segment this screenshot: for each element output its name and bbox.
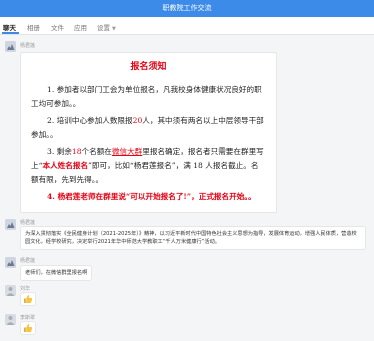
notice-item-1: 1. 参加者以部门工会为单位报名，凡我校身体健康状况良好的职工均可参加。。 — [31, 85, 262, 108]
tab-apps[interactable]: 应用 — [74, 22, 87, 32]
window-titlebar: 职教院工作交流 — [0, 0, 374, 17]
notice-item-2: 2. 培训中心参加人数限报20人，其中须有两名以上中层领导干部参加。。 — [31, 114, 266, 142]
notice-item-3: 3. 剩余18个名额在微信大群里报名确定，报名者只需要在群里写上“本人姓名报名”… — [31, 145, 266, 187]
chevron-down-icon: ▼ — [112, 26, 116, 32]
user-icon — [5, 314, 16, 325]
message-bubble[interactable]: 为深入贯彻落实《全民健身计划（2021-2025年）》精神，以习近平新时代中国特… — [20, 226, 366, 250]
sender-name: 杨君莲 — [20, 258, 36, 264]
active-tab-indicator — [2, 32, 19, 34]
tab-files[interactable]: 文件 — [51, 22, 64, 32]
user-icon — [5, 285, 16, 296]
notice-item-2-number: 20 — [132, 116, 143, 125]
notice-item-3-bold: 本人姓名报名 — [42, 161, 89, 170]
tab-chat[interactable]: 聊天 — [3, 22, 16, 32]
sender-name: 杨君莲 — [20, 220, 36, 226]
tab-bar: 聊天 相册 文件 应用 设置 ▼ — [0, 17, 374, 35]
notice-item-3-text-b: 个名额在 — [81, 147, 112, 156]
message-bubble[interactable]: 老师们，在微信群里报名啊 — [20, 265, 93, 281]
notice-item-3-number: 18 — [71, 147, 82, 156]
sender-name: 李斯翠 — [20, 315, 36, 321]
emoji-bubble[interactable] — [20, 321, 36, 335]
notice-image[interactable]: 报名须知 1. 参加者以部门工会为单位报名，凡我校身体健康状况良好的职工均可参加… — [20, 52, 277, 213]
tab-settings-label: 设置 — [97, 24, 110, 32]
avatar-image — [5, 41, 16, 52]
notice-item-4: 4. 杨君莲老师在群里说“可以开始报名了!”，正式报名开始。。 — [47, 192, 256, 201]
thumbs-up-icon — [24, 324, 33, 332]
emoji-bubble[interactable] — [20, 292, 36, 306]
thumbs-up-icon — [24, 295, 33, 303]
notice-title: 报名须知 — [130, 62, 167, 72]
notice-item-3-link: 微信大群 — [111, 147, 143, 156]
tab-album[interactable]: 相册 — [27, 22, 40, 32]
avatar[interactable] — [5, 314, 16, 325]
avatar-image — [5, 257, 16, 268]
avatar[interactable] — [5, 257, 16, 268]
avatar[interactable] — [5, 285, 16, 296]
sender-name: 刘华 — [20, 286, 31, 292]
avatar-image — [5, 219, 16, 230]
notice-item-3-text-a: 3. 剩余 — [47, 147, 72, 156]
avatar[interactable] — [5, 219, 16, 230]
window-title: 职教院工作交流 — [162, 4, 212, 12]
notice-item-2-text-a: 2. 培训中心参加人数限报 — [47, 116, 133, 125]
sender-name: 杨君莲 — [20, 43, 36, 49]
tab-settings[interactable]: 设置 ▼ — [97, 22, 116, 32]
avatar[interactable] — [5, 41, 16, 52]
